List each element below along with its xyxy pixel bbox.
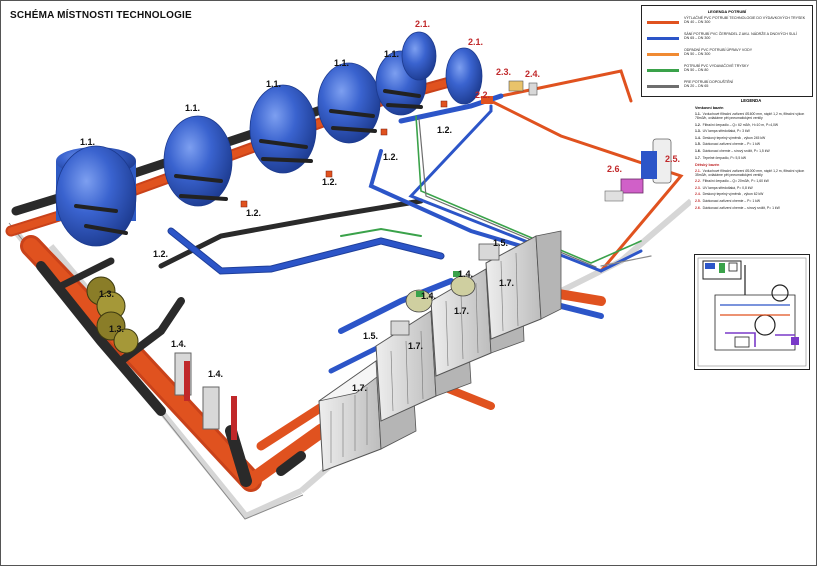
legend-item: 1.6. Dávkovací chemie – sírový snížit, P=… — [695, 148, 770, 153]
label-kids-pump: 2.2. — [475, 90, 491, 100]
pipe-legend-row: ODPADNÍ PVC POTRUBÍ ÚPRAVY VODY DN 50 – D… — [647, 48, 807, 62]
pipe-legend-size: DN 40 – DN 300 — [684, 20, 711, 25]
label-uv-2: 1.3. — [109, 324, 125, 334]
label-heatpump-2: 1.7. — [454, 306, 470, 316]
pipe-legend-row: VÝTLAČNÉ PVC POTRUBÍ TECHNOLOGIE DO VÝDA… — [647, 16, 807, 30]
pipe-legend-text: POTRUBÍ PVC VYDAVAČOVÉ TRYSKY — [684, 64, 749, 68]
label-pump-2: 1.2. — [246, 208, 262, 218]
pipe-legend-size: DN 65 – DN 300 — [684, 36, 711, 41]
pipe-swatch — [647, 85, 679, 88]
pipe-legend-size: DN 20 – DN 65 — [684, 84, 709, 89]
label-heatpump-1: 1.7. — [499, 278, 515, 288]
key-plan-drawing — [697, 257, 807, 367]
filter-tank — [163, 115, 233, 207]
label-filter-1: 1.1. — [80, 137, 96, 147]
label-dosing-2: 1.5. — [363, 331, 379, 341]
label-kids-filter-1: 2.1. — [415, 19, 431, 29]
legend-item: 2.1. Vzduchové filtrační zařízení Ø1000 m… — [695, 168, 805, 177]
legend-item: 2.2. Filtrační čerpadlo – Q= 20m3/h, P= 1… — [695, 179, 769, 184]
label-pump-4: 1.2. — [383, 152, 399, 162]
pipe-legend-text: SÁNÍ POTRUBÍ PVC ČERPADEL Z AKU. NÁDRŽE … — [684, 32, 797, 36]
label-uv-1: 1.3. — [99, 289, 115, 299]
pipe-legend: LEGENDA POTRUBÍ VÝTLAČNÉ PVC POTRUBÍ TEC… — [641, 5, 813, 97]
drawing-sheet: SCHÉMA MÍSTNOSTI TECHNOLOGIE 1.1. 1.1. 1… — [0, 0, 817, 566]
label-heatpump-3: 1.7. — [408, 341, 424, 351]
pipe-legend-row: SÁNÍ POTRUBÍ PVC ČERPADEL Z AKU. NÁDRŽE … — [647, 32, 807, 46]
legend-item: 1.3. UV lampa středotlaká, P= 3 kW — [695, 129, 750, 134]
equipment-legend: LEGENDA Venkovní bazén 1.1. Vzduchové fil… — [691, 98, 811, 278]
label-exchanger-2: 1.4. — [208, 369, 224, 379]
label-exchanger-1: 1.4. — [171, 339, 187, 349]
legend-item: 2.6. Dávkovací zařízení chemie – sírový s… — [695, 205, 780, 210]
pipe-legend-text: PRE POTRUBÍ DOPOUŠTĚNÍ — [684, 80, 734, 84]
label-filter-3: 1.1. — [266, 79, 282, 89]
pipe-legend-size: DN 50 – DN 300 — [684, 52, 711, 57]
pipe-swatch — [647, 69, 679, 72]
legend-item: 1.2. Filtrační čerpadlo – Q= 62 m3/h, H=1… — [695, 122, 779, 127]
legend-item: 2.5. Dávkovací zařízení chemie – P= 1 kW — [695, 198, 761, 203]
label-kids-dosing-2: 2.6. — [607, 164, 623, 174]
section-kids-pool: Dětský bazén — [695, 162, 720, 167]
pipe-swatch — [647, 37, 679, 40]
section-outdoor-pool: Venkovní bazén — [695, 106, 724, 110]
label-kids-dosing-1: 2.5. — [665, 154, 681, 164]
label-dosing-1: 1.5. — [493, 238, 509, 248]
legend-item: 1.1. Vzduchové filtrační zařízení Ø1600 m… — [695, 112, 805, 120]
label-kids-exchanger: 2.4. — [525, 69, 541, 79]
pipe-swatch — [647, 53, 679, 56]
legend-item: 1.5. Dávkovací zařízení chemie – P= 1 kW — [695, 142, 761, 147]
equipment-legend-heading: LEGENDA — [740, 98, 762, 103]
pipe-swatch — [647, 21, 679, 24]
label-exchanger-4: 1.4. — [421, 291, 437, 301]
label-kids-filter-2: 2.1. — [468, 37, 484, 47]
pipe-legend-row: POTRUBÍ PVC VYDAVAČOVÉ TRYSKY DN 50 – DN … — [647, 64, 807, 78]
pipe-legend-text: ODPADNÍ PVC POTRUBÍ ÚPRAVY VODY — [684, 48, 753, 52]
label-exchanger-3: 1.4. — [458, 269, 474, 279]
pipe-legend-text: VÝTLAČNÉ PVC POTRUBÍ TECHNOLOGIE DO VÝDA… — [684, 16, 806, 20]
legend-item: 1.4. Deskový tepelný výměník , výkon 245 … — [695, 135, 766, 140]
pipe-legend-size: DN 50 – DN 80 — [684, 68, 709, 73]
pipe-legend-row: PRE POTRUBÍ DOPOUŠTĚNÍ DN 20 – DN 65 — [647, 80, 807, 94]
legend-item: 2.3. UV lampa středotlaká, P= 0,8 kW — [695, 185, 753, 190]
label-pump-1: 1.2. — [153, 249, 169, 259]
label-filter-2: 1.1. — [185, 103, 201, 113]
label-pump-3: 1.2. — [322, 177, 338, 187]
label-filter-4: 1.1. — [334, 58, 350, 68]
key-plan-minimap — [694, 254, 810, 370]
label-filter-5: 1.1. — [384, 49, 400, 59]
label-kids-uv: 2.3. — [496, 67, 512, 77]
legend-item: 1.7. Tepelné čerpadlo, P= 5,5 kW — [695, 155, 747, 160]
label-heatpump-4: 1.7. — [352, 383, 368, 393]
legend-item: 2.4. Deskový tepelný výměník , výkon 62 k… — [695, 192, 764, 197]
label-pump-5: 1.2. — [437, 125, 453, 135]
heat-pumps — [318, 230, 562, 472]
pipe-legend-heading: LEGENDA POTRUBÍ — [707, 9, 747, 14]
